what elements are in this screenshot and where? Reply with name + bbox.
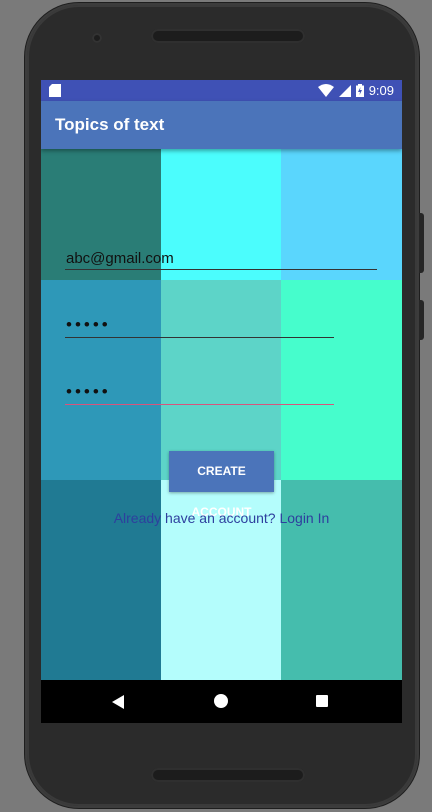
signal-icon: [338, 84, 351, 97]
front-camera: [92, 33, 102, 43]
status-time: 9:09: [368, 83, 394, 98]
confirm-password-field[interactable]: •••••: [65, 380, 334, 405]
create-account-button[interactable]: CREATE ACCOUNT: [169, 451, 274, 519]
recents-icon[interactable]: [316, 695, 328, 707]
bottom-speaker: [151, 768, 305, 782]
login-link[interactable]: Already have an account? Login In: [41, 510, 402, 526]
earpiece-speaker: [151, 29, 305, 43]
device-screen: 9:09 Topics of text abc@gmail.com ••••• …: [41, 80, 402, 723]
password-value: •••••: [66, 315, 111, 334]
email-field[interactable]: abc@gmail.com: [65, 247, 377, 270]
password-field[interactable]: •••••: [65, 313, 334, 338]
wifi-icon: [317, 84, 334, 97]
navigation-bar: [41, 680, 402, 723]
sd-card-icon: [49, 84, 61, 97]
app-title: Topics of text: [55, 115, 165, 134]
home-icon[interactable]: [214, 694, 228, 708]
volume-button: [419, 213, 424, 273]
back-icon[interactable]: [112, 695, 124, 709]
battery-icon: [355, 84, 364, 97]
status-icons: 9:09: [317, 82, 394, 99]
power-button: [419, 300, 424, 340]
content-area: abc@gmail.com ••••• ••••• CREATE ACCOUNT…: [41, 149, 402, 680]
status-bar: 9:09: [41, 80, 402, 101]
confirm-password-value: •••••: [66, 382, 111, 401]
app-bar: Topics of text: [41, 101, 402, 149]
email-value: abc@gmail.com: [66, 250, 174, 267]
